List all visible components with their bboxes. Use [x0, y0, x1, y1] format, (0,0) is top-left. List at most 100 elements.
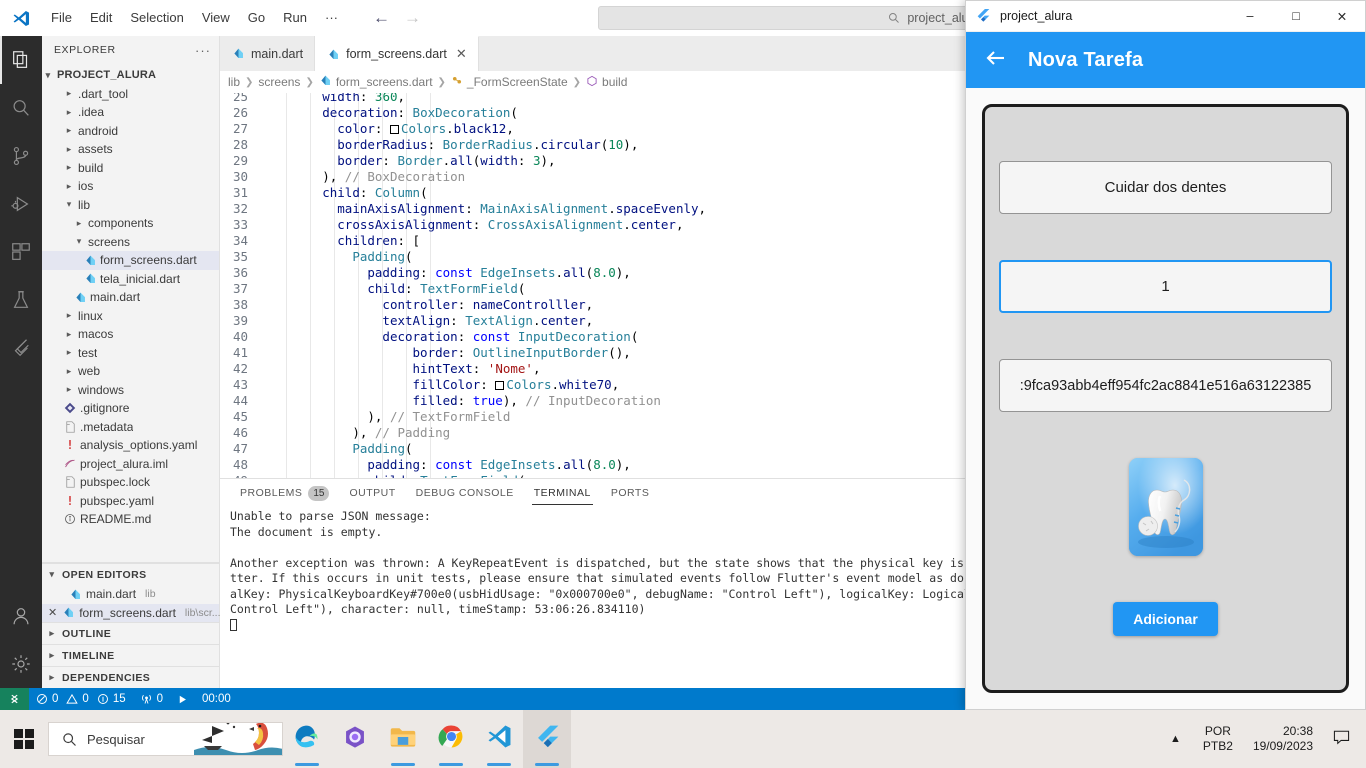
activity-search-icon[interactable] [0, 84, 42, 132]
taskbar-app-file-explorer[interactable] [379, 710, 427, 768]
task-name-field[interactable]: Cuidar dos dentes [999, 161, 1332, 214]
warning-count: 0 [82, 693, 89, 705]
tree-item-pubspec-yaml[interactable]: ! pubspec.yaml [42, 492, 219, 511]
language-indicator[interactable]: POR PTB2 [1193, 724, 1243, 754]
problems-status[interactable]: 0 0 15 [29, 688, 133, 710]
tree-item-screens[interactable]: ▾ screens [42, 233, 219, 252]
panel-tab-debug-console[interactable]: DEBUG CONSOLE [406, 479, 524, 507]
taskbar-app-chrome[interactable] [427, 710, 475, 768]
tree-item-main-dart[interactable]: main.dart [42, 288, 219, 307]
tree-item--dart-tool[interactable]: ▸ .dart_tool [42, 85, 219, 104]
taskbar-app-edge[interactable] [283, 710, 331, 768]
line-number: 41 [232, 345, 248, 360]
menu-view[interactable]: View [193, 0, 239, 36]
tree-item-readme-md[interactable]: README.md [42, 510, 219, 529]
panel-tab-problems[interactable]: PROBLEMS 15 [230, 479, 339, 507]
minimize-button[interactable]: – [1227, 1, 1273, 32]
start-button[interactable] [0, 710, 48, 768]
color-swatch [389, 125, 399, 134]
activity-flutter-icon[interactable] [0, 324, 42, 372]
tree-item-build[interactable]: ▸ build [42, 159, 219, 178]
activity-source-control-icon[interactable] [0, 132, 42, 180]
breadcrumb-item[interactable]: _FormScreenState [451, 75, 568, 90]
open-editor-item[interactable]: ✕ form_screens.dart lib\scr... [42, 603, 221, 622]
section-open-editors[interactable]: ▾ OPEN EDITORS [42, 563, 219, 585]
taskbar-app-copilot[interactable] [331, 710, 379, 768]
activity-account-icon[interactable] [0, 592, 42, 640]
chevron-right-icon: ▸ [66, 310, 72, 321]
tree-item--metadata[interactable]: .metadata [42, 418, 219, 437]
taskbar-search-input[interactable]: Pesquisar [48, 722, 283, 756]
tree-item-pubspec-lock[interactable]: pubspec.lock [42, 473, 219, 492]
tree-item-test[interactable]: ▸ test [42, 344, 219, 363]
tree-item-assets[interactable]: ▸ assets [42, 140, 219, 159]
tree-item-analysis-options-yaml[interactable]: ! analysis_options.yaml [42, 436, 219, 455]
tree-item-android[interactable]: ▸ android [42, 122, 219, 141]
run-status[interactable] [170, 688, 195, 710]
panel-tab-ports[interactable]: PORTS [601, 479, 659, 507]
menu-edit[interactable]: Edit [81, 0, 121, 36]
close-button[interactable]: ✕ [1319, 1, 1365, 32]
notifications-icon[interactable] [1323, 730, 1360, 748]
activity-run-debug-icon[interactable] [0, 180, 42, 228]
menu-run[interactable]: Run [274, 0, 316, 36]
tree-item-ios[interactable]: ▸ ios [42, 177, 219, 196]
breadcrumb-item[interactable]: build [586, 75, 627, 90]
back-button-icon[interactable] [984, 46, 1008, 75]
breadcrumb-item[interactable]: form_screens.dart [319, 74, 433, 90]
radio-tower-status[interactable]: 0 [133, 688, 170, 710]
editor-tab-main-dart[interactable]: main.dart [220, 36, 316, 71]
menu-more[interactable]: ··· [316, 0, 347, 36]
tree-item-tela-inicial-dart[interactable]: tela_inicial.dart [42, 270, 219, 289]
activity-extensions-icon[interactable] [0, 228, 42, 276]
panel-tab-output[interactable]: OUTPUT [339, 479, 405, 507]
panel-tab-terminal[interactable]: TERMINAL [524, 479, 601, 507]
breadcrumb-item[interactable]: lib [228, 75, 240, 89]
maximize-button[interactable]: □ [1273, 1, 1319, 32]
explorer-more-icon[interactable]: ··· [195, 43, 211, 58]
activity-explorer-icon[interactable] [0, 36, 42, 84]
tree-item-components[interactable]: ▸ components [42, 214, 219, 233]
forward-arrow-icon[interactable]: → [404, 8, 421, 28]
remote-indicator[interactable] [0, 688, 29, 710]
tree-item--idea[interactable]: ▸ .idea [42, 103, 219, 122]
taskbar-app-flutter-app[interactable] [523, 710, 571, 768]
back-arrow-icon[interactable]: ← [373, 8, 390, 28]
file-type-icon [83, 272, 97, 286]
tree-item-macos[interactable]: ▸ macos [42, 325, 219, 344]
open-editor-item[interactable]: main.dart lib [42, 585, 219, 604]
menu-selection[interactable]: Selection [121, 0, 192, 36]
activity-testing-icon[interactable] [0, 276, 42, 324]
menu-file[interactable]: File [42, 0, 81, 36]
tree-item-lib[interactable]: ▾ lib [42, 196, 219, 215]
difficulty-field[interactable]: 1 [999, 260, 1332, 313]
code-text: border: OutlineInputBorder(), [412, 345, 631, 360]
taskbar-app-vscode[interactable] [475, 710, 523, 768]
activity-settings-gear-icon[interactable] [0, 640, 42, 688]
menu-go[interactable]: Go [239, 0, 274, 36]
image-url-field[interactable]: :9fca93abb4eff954fc2ac8841e516a63122385 [999, 359, 1332, 412]
tray-expand-chevron-icon[interactable]: ▲ [1158, 733, 1193, 745]
tree-item--gitignore[interactable]: .gitignore [42, 399, 219, 418]
tree-item-project-alura-iml[interactable]: project_alura.iml [42, 455, 219, 474]
tree-item-linux[interactable]: ▸ linux [42, 307, 219, 326]
file-type-icon [63, 401, 77, 415]
tree-item-label: ios [78, 179, 94, 194]
tree-item-form-screens-dart[interactable]: form_screens.dart [42, 251, 219, 270]
editor-tab-form-screens-dart[interactable]: form_screens.dart ✕ [315, 36, 479, 71]
tree-item-web[interactable]: ▸ web [42, 362, 219, 381]
timer-status[interactable]: 00:00 [195, 688, 238, 710]
section-timeline[interactable]: ▸ TIMELINE [42, 644, 219, 666]
tree-item-windows[interactable]: ▸ windows [42, 381, 219, 400]
code-text: crossAxisAlignment: CrossAxisAlignment.c… [337, 217, 684, 232]
tree-item-label: pubspec.lock [80, 475, 151, 490]
breadcrumb-item[interactable]: screens [258, 75, 300, 89]
section-dependencies[interactable]: ▸ DEPENDENCIES [42, 666, 219, 688]
code-text: borderRadius: BorderRadius.circular(10), [337, 137, 639, 152]
close-icon[interactable]: ✕ [456, 46, 467, 62]
section-outline[interactable]: ▸ OUTLINE [42, 622, 219, 644]
clock[interactable]: 20:38 19/09/2023 [1243, 724, 1323, 754]
add-task-button[interactable]: Adicionar [1113, 602, 1218, 636]
close-icon[interactable]: ✕ [48, 606, 57, 619]
tree-root-project-alura[interactable]: ▾ PROJECT_ALURA [42, 66, 219, 85]
